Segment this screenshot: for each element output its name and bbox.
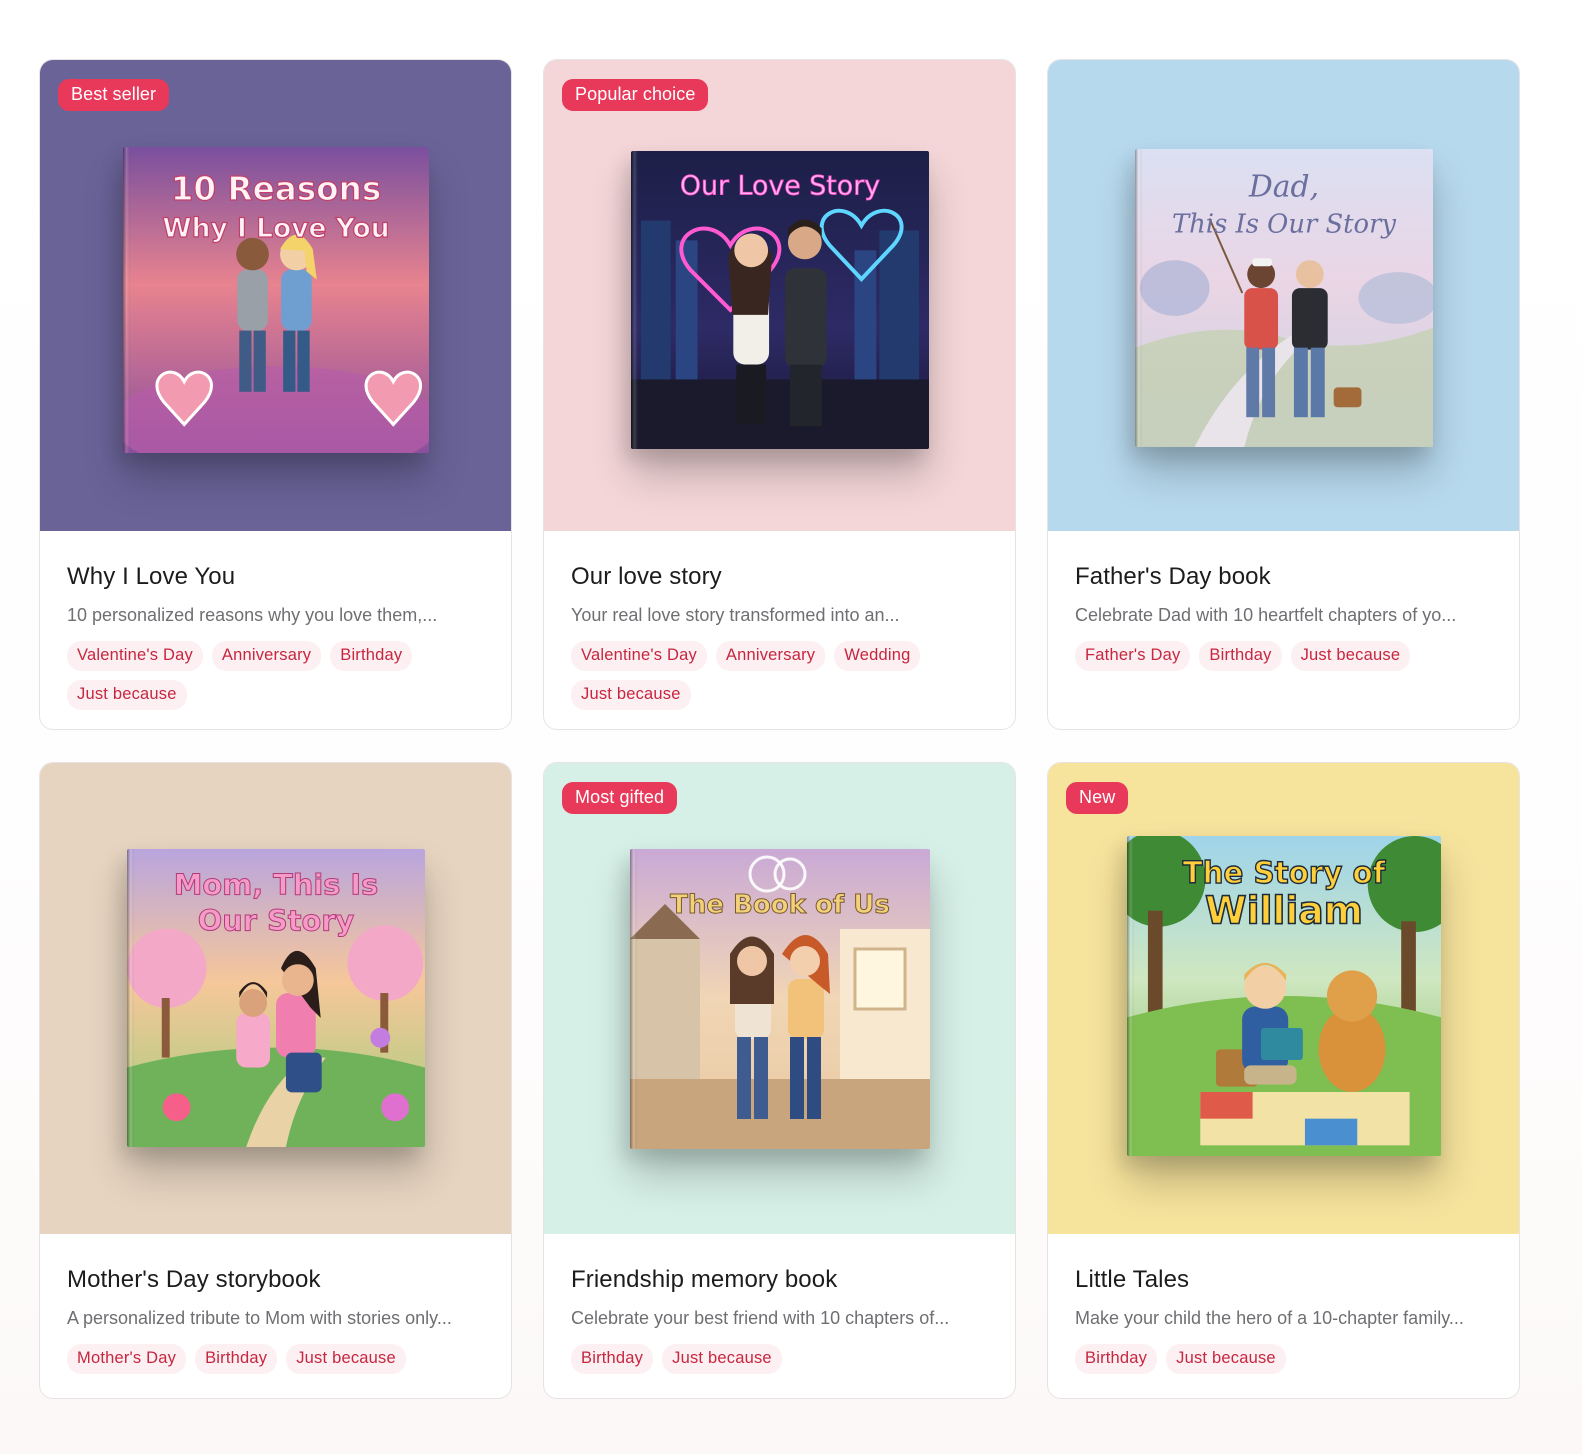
occasion-tag[interactable]: Birthday — [330, 641, 413, 671]
tag-list: Father's Day Birthday Just because — [1075, 641, 1492, 671]
occasion-tag[interactable]: Just because — [1166, 1344, 1286, 1374]
occasion-tag[interactable]: Father's Day — [1075, 641, 1191, 671]
occasion-tag[interactable]: Just because — [286, 1344, 406, 1374]
occasion-tag[interactable]: Valentine's Day — [571, 641, 707, 671]
product-card-mothers-day[interactable]: Mom, This Is Our Story Mother's Day stor… — [39, 762, 512, 1399]
occasion-tag[interactable]: Birthday — [571, 1344, 654, 1374]
product-description: Celebrate Dad with 10 heartfelt chapters… — [1075, 605, 1457, 625]
cover-title-line1: 10 Reasons — [170, 170, 381, 208]
occasion-tag[interactable]: Anniversary — [715, 641, 826, 671]
badge: Popular choice — [562, 79, 709, 111]
product-title: Why I Love You — [67, 563, 236, 590]
tag-list: Birthday Just because — [571, 1344, 988, 1374]
card-body: Why I Love You 10 personalized reasons w… — [40, 531, 511, 710]
occasion-tag[interactable]: Birthday — [1075, 1344, 1158, 1374]
book-cover-image: The Book of Us — [629, 848, 930, 1149]
product-title: Friendship memory book — [571, 1266, 838, 1293]
cover-title-line1: The Story of — [1182, 855, 1386, 889]
tag-list: Valentine's Day Anniversary Wedding Just… — [571, 641, 988, 710]
cover-title-line2: Our Story — [197, 903, 354, 937]
card-body: Friendship memory book Celebrate your be… — [544, 1234, 1015, 1374]
occasion-tag[interactable]: Birthday — [195, 1344, 278, 1374]
occasion-tag[interactable]: Wedding — [834, 641, 921, 671]
product-title: Our love story — [571, 563, 722, 590]
product-title: Little Tales — [1075, 1266, 1190, 1293]
book-cover-image: Mom, This Is Our Story — [126, 848, 425, 1147]
product-card-friendship[interactable]: Most gifted The Book of Us Friendship me… — [543, 762, 1016, 1399]
product-description: Celebrate your best friend with 10 chapt… — [571, 1308, 950, 1328]
card-art: New The Story of William — [1048, 763, 1519, 1234]
occasion-tag[interactable]: Anniversary — [211, 641, 322, 671]
tag-list: Mother's Day Birthday Just because — [67, 1344, 484, 1374]
cover-title-line2: Why I Love You — [162, 212, 389, 243]
badge: Best seller — [58, 79, 170, 111]
occasion-tag[interactable]: Just because — [67, 680, 187, 710]
card-body: Mother's Day storybook A personalized tr… — [40, 1234, 511, 1374]
tag-list: Valentine's Day Anniversary Birthday Jus… — [67, 641, 484, 710]
book-cover-image: The Story of William — [1126, 835, 1441, 1156]
card-art: Mom, This Is Our Story — [40, 763, 511, 1234]
cover-title-line1: Dad, — [1247, 169, 1318, 204]
card-art: Dad, This Is Our Story — [1048, 60, 1519, 531]
product-card-why-i-love-you[interactable]: Best seller 10 Reasons Why I Love You Wh… — [39, 59, 512, 730]
cover-title-line2: This Is Our Story — [1171, 209, 1395, 239]
badge: Most gifted — [562, 782, 678, 814]
occasion-tag[interactable]: Just because — [571, 680, 691, 710]
product-description: 10 personalized reasons why you love the… — [67, 605, 438, 625]
book-cover-image: Our Love Story — [630, 150, 929, 449]
tag-list: Birthday Just because — [1075, 1344, 1492, 1374]
product-card-our-love-story[interactable]: Popular choice Our Love Story Our love s… — [543, 59, 1016, 730]
product-description: Your real love story transformed into an… — [571, 605, 900, 625]
cover-title-line2: William — [1205, 888, 1363, 932]
card-body: Little Tales Make your child the hero of… — [1048, 1234, 1519, 1374]
product-description: Make your child the hero of a 10-chapter… — [1075, 1308, 1464, 1328]
cover-title-line1: Mom, This Is — [173, 867, 377, 901]
occasion-tag[interactable]: Just because — [1290, 641, 1411, 671]
occasion-tag[interactable]: Mother's Day — [67, 1344, 187, 1374]
product-description: A personalized tribute to Mom with stori… — [67, 1308, 452, 1328]
card-body: Father's Day book Celebrate Dad with 10 … — [1048, 531, 1519, 671]
card-body: Our love story Your real love story tran… — [544, 531, 1015, 710]
book-cover-image: 10 Reasons Why I Love You — [122, 146, 429, 453]
occasion-tag[interactable]: Birthday — [1199, 641, 1282, 671]
product-title: Mother's Day storybook — [67, 1266, 321, 1293]
book-cover-image: Dad, This Is Our Story — [1134, 148, 1433, 447]
occasion-tag[interactable]: Valentine's Day — [67, 641, 203, 671]
cover-title-line1: The Book of Us — [670, 890, 890, 920]
card-art: Best seller 10 Reasons Why I Love You — [40, 60, 511, 531]
occasion-tag[interactable]: Just because — [662, 1344, 782, 1374]
product-card-little-tales[interactable]: New The Story of William Little Tales Ma… — [1047, 762, 1520, 1399]
product-grid: Best seller 10 Reasons Why I Love You Wh… — [39, 59, 1520, 1399]
badge: New — [1066, 782, 1129, 814]
product-card-fathers-day[interactable]: Dad, This Is Our Story Father's Day book… — [1047, 59, 1520, 730]
product-title: Father's Day book — [1075, 563, 1271, 590]
cover-title-line1: Our Love Story — [679, 170, 879, 201]
card-art: Popular choice Our Love Story — [544, 60, 1015, 531]
card-art: Most gifted The Book of Us — [544, 763, 1015, 1234]
